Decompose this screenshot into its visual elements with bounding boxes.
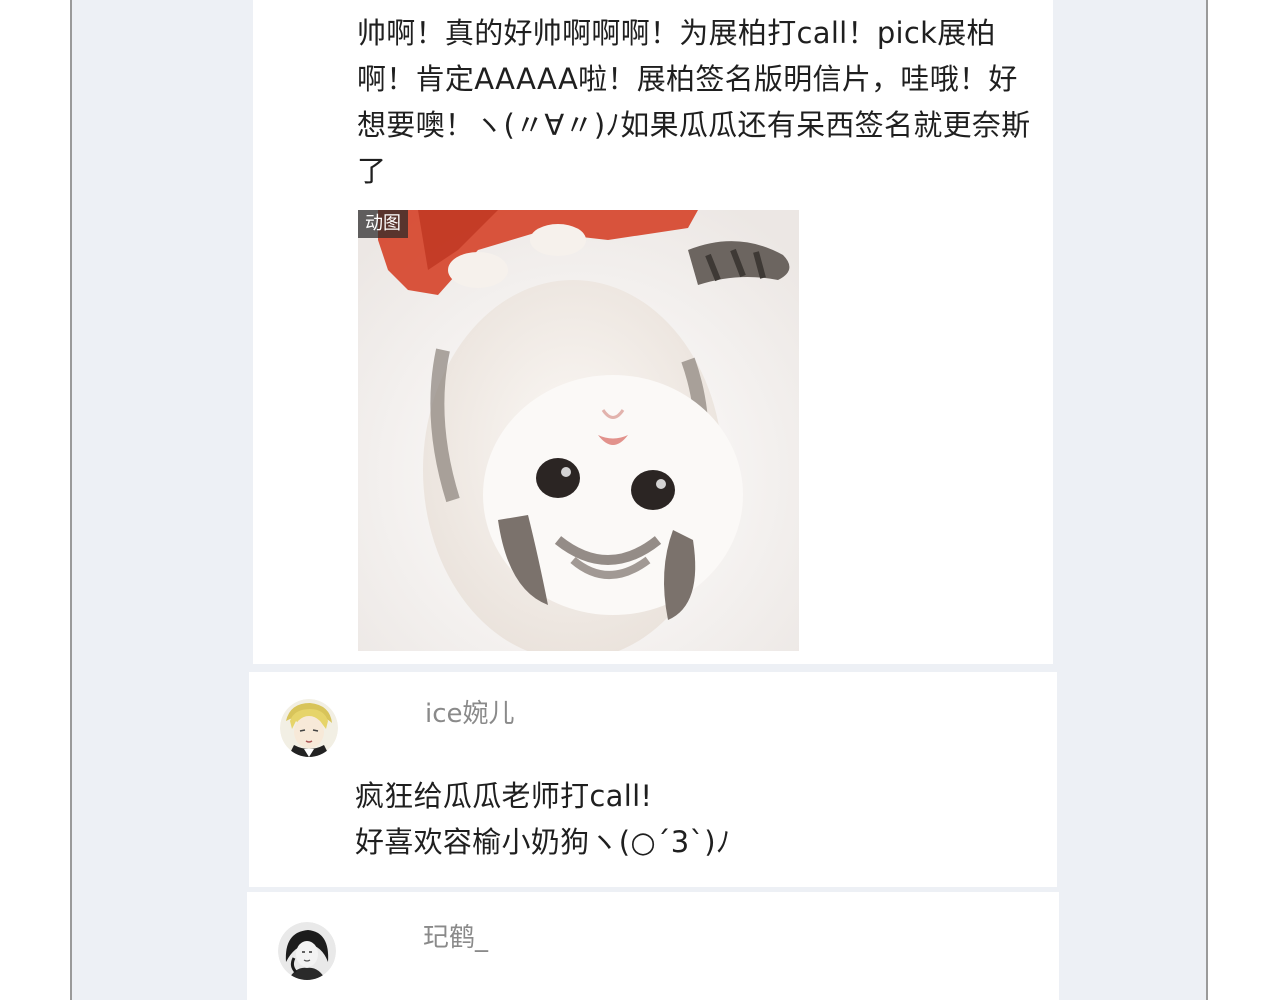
comment-card: 玘鹤_	[247, 892, 1059, 1002]
comment-gif-image[interactable]: 动图	[358, 210, 799, 651]
user-avatar[interactable]	[280, 699, 338, 757]
kitten-gif-illustration	[358, 210, 799, 651]
comment-card: 帅啊！真的好帅啊啊啊！为展柏打call！pick展柏啊！肯定AAAAA啦！展柏签…	[253, 0, 1053, 664]
gif-badge: 动图	[358, 210, 408, 238]
comment-feed: 帅啊！真的好帅啊啊啊！为展柏打call！pick展柏啊！肯定AAAAA啦！展柏签…	[70, 0, 1208, 1002]
comment-username[interactable]: ice婉儿	[425, 698, 515, 730]
comment-text: 疯狂给瓜瓜老师打call! 好喜欢容榆小奶狗ヽ(○´3`)ﾉ	[355, 779, 731, 859]
comment-text: 帅啊！真的好帅啊啊啊！为展柏打call！pick展柏啊！肯定AAAAA啦！展柏签…	[357, 16, 1031, 188]
anime-boy-avatar-icon	[280, 699, 338, 757]
portrait-avatar-icon	[278, 922, 336, 980]
user-avatar[interactable]	[278, 922, 336, 980]
comment-card: ice婉儿 疯狂给瓜瓜老师打call! 好喜欢容榆小奶狗ヽ(○´3`)ﾉ	[249, 672, 1057, 887]
comment-username[interactable]: 玘鹤_	[423, 922, 488, 954]
